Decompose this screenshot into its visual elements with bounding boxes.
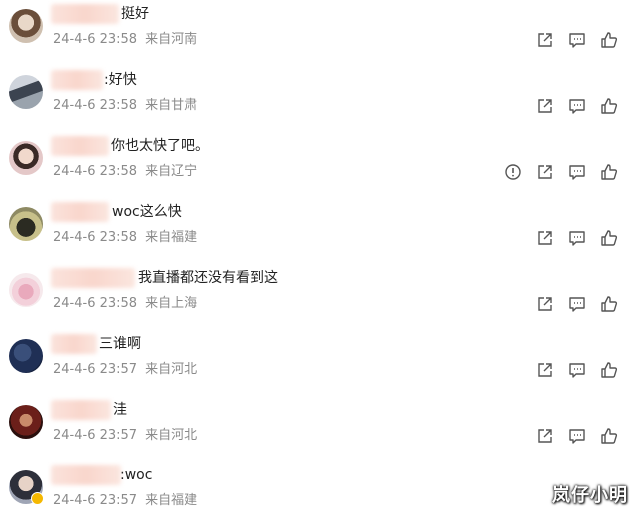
username-blurred[interactable] xyxy=(51,202,109,222)
comment-meta: 24-4-6 23:58 来自辽宁 xyxy=(53,163,197,181)
comment-meta: 24-4-6 23:57 来自福建 xyxy=(53,492,197,510)
comment-meta: 24-4-6 23:58 来自河南 xyxy=(53,31,197,49)
username-blurred[interactable] xyxy=(51,136,109,156)
comment-icon[interactable] xyxy=(568,295,586,313)
comment-icon[interactable] xyxy=(568,31,586,49)
comment-item: 我直播都还没有看到这 24-4-6 23:58 来自上海 xyxy=(0,264,640,324)
share-icon[interactable] xyxy=(536,163,554,181)
comment-location: 来自上海 xyxy=(145,296,198,311)
comment-location: 来自福建 xyxy=(145,493,198,508)
comment-text: 我直播都还没有看到这 xyxy=(138,270,278,286)
comment-item: :好快 24-4-6 23:58 来自甘肃 xyxy=(0,66,640,126)
username-blurred[interactable] xyxy=(51,268,135,288)
comment-list: 挺好 24-4-6 23:58 来自河南 :好快 24-4-6 23:58 来自甘肃… xyxy=(0,0,640,513)
comment-actions xyxy=(512,229,632,249)
avatar[interactable] xyxy=(9,9,43,43)
avatar[interactable] xyxy=(9,141,43,175)
comment-location: 来自河北 xyxy=(145,362,198,377)
comment-location: 来自河南 xyxy=(145,32,198,47)
comment-icon[interactable] xyxy=(568,229,586,247)
like-icon[interactable] xyxy=(600,31,618,49)
comment-text: 三谁啊 xyxy=(99,336,141,352)
comment-time: 24-4-6 23:58 xyxy=(53,32,138,47)
share-icon[interactable] xyxy=(536,229,554,247)
comment-icon[interactable] xyxy=(568,97,586,115)
like-icon[interactable] xyxy=(600,361,618,379)
avatar[interactable] xyxy=(9,339,43,373)
share-icon[interactable] xyxy=(536,97,554,115)
comment-icon[interactable] xyxy=(568,361,586,379)
comment-text: 挺好 xyxy=(121,6,149,22)
share-icon[interactable] xyxy=(536,427,554,445)
comment-meta: 24-4-6 23:57 来自河北 xyxy=(53,361,197,379)
comment-time: 24-4-6 23:57 xyxy=(53,362,138,377)
avatar[interactable] xyxy=(9,273,43,307)
avatar[interactable] xyxy=(9,75,43,109)
comment-text: 你也太快了吧。 xyxy=(111,138,209,154)
comment-actions xyxy=(512,427,632,447)
avatar[interactable] xyxy=(9,405,43,439)
comment-actions xyxy=(512,361,632,381)
share-icon[interactable] xyxy=(536,31,554,49)
comment-location: 来自甘肃 xyxy=(145,98,198,113)
comment-time: 24-4-6 23:58 xyxy=(53,296,138,311)
comment-meta: 24-4-6 23:58 来自甘肃 xyxy=(53,97,197,115)
report-icon[interactable] xyxy=(504,163,522,181)
username-blurred[interactable] xyxy=(51,400,111,420)
comment-icon[interactable] xyxy=(568,163,586,181)
like-icon[interactable] xyxy=(600,427,618,445)
comment-item: 挺好 24-4-6 23:58 来自河南 xyxy=(0,0,640,60)
comment-item: 你也太快了吧。 24-4-6 23:58 来自辽宁 xyxy=(0,132,640,192)
username-blurred[interactable] xyxy=(51,70,103,90)
like-icon[interactable] xyxy=(600,163,618,181)
comment-time: 24-4-6 23:58 xyxy=(53,98,138,113)
like-icon[interactable] xyxy=(600,295,618,313)
comment-item: 洼 24-4-6 23:57 来自河北 xyxy=(0,396,640,456)
watermark: 岚仔小明 xyxy=(552,485,628,506)
share-icon[interactable] xyxy=(536,295,554,313)
username-blurred[interactable] xyxy=(51,334,97,354)
username-blurred[interactable] xyxy=(51,465,121,485)
comment-text: :woc xyxy=(120,467,153,483)
comment-meta: 24-4-6 23:57 来自河北 xyxy=(53,427,197,445)
comment-time: 24-4-6 23:58 xyxy=(53,230,138,245)
comment-text: 洼 xyxy=(113,402,127,418)
comment-item: :woc 24-4-6 23:57 来自福建 xyxy=(0,461,640,521)
comment-location: 来自福建 xyxy=(145,230,198,245)
comment-meta: 24-4-6 23:58 来自上海 xyxy=(53,295,197,313)
comment-location: 来自河北 xyxy=(145,428,198,443)
comment-item: woc这么快 24-4-6 23:58 来自福建 xyxy=(0,198,640,258)
comment-actions xyxy=(512,295,632,315)
comment-icon[interactable] xyxy=(568,427,586,445)
comment-meta: 24-4-6 23:58 来自福建 xyxy=(53,229,197,247)
comment-actions xyxy=(512,97,632,117)
comment-text: :好快 xyxy=(104,72,137,88)
comment-time: 24-4-6 23:58 xyxy=(53,164,138,179)
comment-actions xyxy=(512,31,632,51)
comment-item: 三谁啊 24-4-6 23:57 来自河北 xyxy=(0,330,640,390)
avatar[interactable] xyxy=(9,207,43,241)
comment-location: 来自辽宁 xyxy=(145,164,198,179)
share-icon[interactable] xyxy=(536,361,554,379)
avatar[interactable] xyxy=(9,470,44,505)
comment-text: woc这么快 xyxy=(112,204,182,220)
comment-actions xyxy=(505,163,632,183)
like-icon[interactable] xyxy=(600,97,618,115)
username-blurred[interactable] xyxy=(51,4,119,24)
verified-badge-icon xyxy=(31,492,44,505)
comment-time: 24-4-6 23:57 xyxy=(53,493,138,508)
like-icon[interactable] xyxy=(600,229,618,247)
comment-time: 24-4-6 23:57 xyxy=(53,428,138,443)
